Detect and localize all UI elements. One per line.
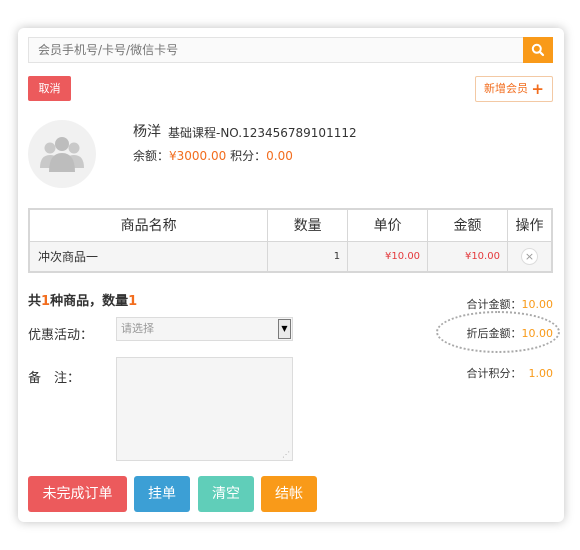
item-qty[interactable]: 1 bbox=[267, 240, 349, 273]
member-search bbox=[28, 37, 553, 63]
highlight-ellipse bbox=[436, 311, 560, 353]
table-header-row: 商品名称 数量 单价 金额 操作 bbox=[28, 208, 553, 242]
item-amount: ¥10.00 bbox=[427, 240, 508, 273]
total-points-label: 合计积分： bbox=[466, 367, 522, 380]
unfinished-orders-button[interactable]: 未完成订单 bbox=[28, 476, 127, 512]
member-search-input[interactable] bbox=[28, 37, 523, 63]
plus-icon: + bbox=[531, 80, 544, 98]
promo-select-value: 请选择 bbox=[121, 322, 154, 335]
clear-button[interactable]: 清空 bbox=[198, 476, 254, 512]
balance-value: ¥3000.00 bbox=[169, 149, 227, 163]
order-summary: 共1种商品，数量1 bbox=[28, 290, 137, 309]
hold-order-button[interactable]: 挂单 bbox=[134, 476, 190, 512]
remove-item-button[interactable]: × bbox=[520, 247, 538, 265]
points-label: 积分： bbox=[230, 149, 267, 163]
item-name: 冲次商品一 bbox=[28, 240, 269, 273]
header-price: 单价 bbox=[347, 208, 429, 242]
promo-label: 优惠活动： bbox=[28, 328, 94, 343]
member-name: 杨洋 bbox=[133, 124, 161, 140]
summary-prefix: 共 bbox=[28, 294, 42, 309]
remark-textarea[interactable]: ⋰ bbox=[116, 357, 293, 461]
total-points-value: 1.00 bbox=[528, 367, 554, 380]
items-table: 商品名称 数量 单价 金额 操作 冲次商品一 1 ¥10.00 ¥10.00 × bbox=[28, 208, 553, 273]
add-member-button[interactable]: 新增会员 + bbox=[475, 76, 553, 102]
pos-panel: 取消 新增会员 + 杨洋 基础课程-NO.123456789101112 余额：… bbox=[18, 28, 564, 522]
search-button[interactable] bbox=[523, 37, 553, 63]
header-amount: 金额 bbox=[427, 208, 508, 242]
group-avatar-icon bbox=[40, 137, 84, 172]
search-icon bbox=[531, 43, 545, 57]
cancel-button[interactable]: 取消 bbox=[28, 76, 71, 101]
total-amount-label: 合计金额： bbox=[466, 298, 522, 311]
header-qty: 数量 bbox=[267, 208, 349, 242]
header-name: 商品名称 bbox=[28, 208, 269, 242]
member-balance-row: 余额：¥3000.00 积分：0.00 bbox=[133, 147, 293, 164]
summary-kinds: 1 bbox=[41, 294, 51, 309]
summary-qty: 1 bbox=[128, 294, 138, 309]
item-price: ¥10.00 bbox=[347, 240, 429, 273]
resize-grip-icon[interactable]: ⋰ bbox=[282, 450, 290, 459]
add-member-label: 新增会员 bbox=[484, 82, 528, 95]
avatar bbox=[28, 120, 96, 188]
dropdown-arrow-icon[interactable]: ▼ bbox=[278, 319, 291, 339]
table-row: 冲次商品一 1 ¥10.00 ¥10.00 × bbox=[28, 240, 553, 273]
total-amount-row: 合计金额：10.00 bbox=[467, 296, 554, 312]
item-op: × bbox=[506, 240, 553, 273]
remark-label: 备 注： bbox=[28, 371, 81, 386]
points-value: 0.00 bbox=[266, 149, 293, 163]
header-op: 操作 bbox=[506, 208, 553, 242]
member-course: 基础课程-NO.123456789101112 bbox=[168, 126, 357, 140]
total-points-row: 合计积分： 1.00 bbox=[467, 365, 554, 381]
checkout-button[interactable]: 结帐 bbox=[261, 476, 317, 512]
promo-select[interactable]: 请选择 ▼ bbox=[116, 317, 293, 341]
total-amount-value: 10.00 bbox=[521, 298, 554, 311]
balance-label: 余额： bbox=[133, 149, 170, 163]
summary-mid: 种商品，数量 bbox=[50, 294, 129, 309]
